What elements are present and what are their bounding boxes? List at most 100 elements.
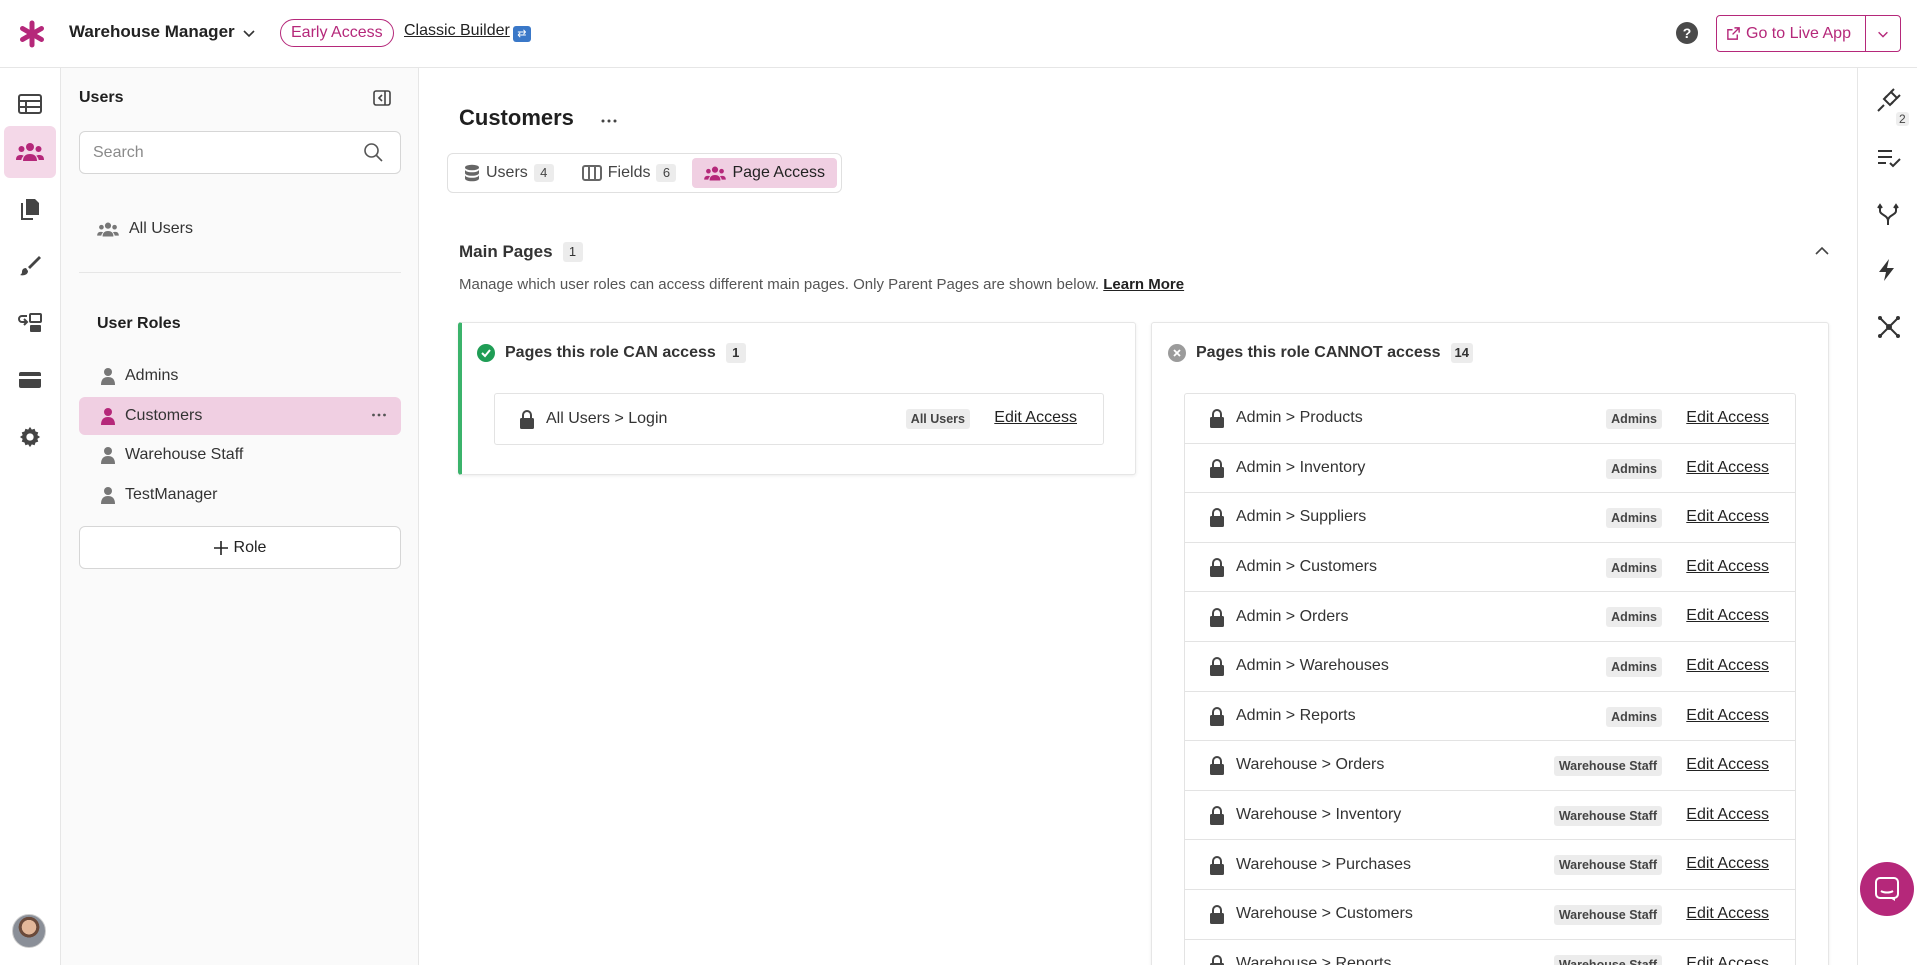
tab-label: Users <box>486 164 528 181</box>
lock-icon <box>1210 458 1224 478</box>
lock-icon <box>520 409 534 429</box>
learn-more-link[interactable]: Learn More <box>1103 276 1184 293</box>
help-icon[interactable]: ? <box>1676 22 1698 44</box>
early-access-badge[interactable]: Early Access <box>280 19 394 47</box>
nav-billing[interactable] <box>4 354 56 406</box>
app-logo-icon[interactable] <box>18 20 46 48</box>
user-avatar[interactable] <box>12 914 46 948</box>
network-icon[interactable] <box>1877 315 1901 339</box>
edit-access-link[interactable]: Edit Access <box>1686 508 1769 526</box>
edit-access-link[interactable]: Edit Access <box>1686 409 1769 427</box>
edit-access-link[interactable]: Edit Access <box>1686 707 1769 725</box>
columns-icon <box>581 165 602 181</box>
add-role-label: Role <box>233 538 267 556</box>
tab-bar: Users 4 Fields 6 Page Access <box>447 153 842 193</box>
page-name: Admin > Customers <box>1236 558 1377 576</box>
tab-users[interactable]: Users 4 <box>452 158 566 188</box>
nav-design[interactable] <box>4 240 56 292</box>
merge-icon[interactable] <box>1877 203 1899 227</box>
edit-access-link[interactable]: Edit Access <box>1686 459 1769 477</box>
classic-builder-link[interactable]: Classic Builder ⇄ <box>404 22 531 42</box>
page-name: All Users > Login <box>546 409 668 427</box>
chevron-up-icon[interactable] <box>1813 242 1831 260</box>
edit-access-link[interactable]: Edit Access <box>1686 756 1769 774</box>
edit-access-link[interactable]: Edit Access <box>1686 607 1769 625</box>
page-name: Admin > Inventory <box>1236 458 1366 476</box>
role-item-warehouse-staff[interactable]: Warehouse Staff <box>79 436 401 474</box>
page-row: Admin > Suppliers Admins Edit Access <box>1185 493 1795 543</box>
edit-access-link[interactable]: Edit Access <box>994 409 1077 427</box>
role-tag: Admins <box>1606 656 1662 677</box>
page-row: Admin > Inventory Admins Edit Access <box>1185 444 1795 494</box>
edit-access-link[interactable]: Edit Access <box>1686 558 1769 576</box>
user-icon <box>101 487 115 504</box>
chevron-down-icon[interactable] <box>241 25 257 41</box>
section-title-label: Main Pages <box>459 242 553 261</box>
page-row: Admin > Reports Admins Edit Access <box>1185 692 1795 742</box>
chat-launcher-button[interactable] <box>1860 862 1914 916</box>
role-item-customers[interactable]: Customers <box>79 397 401 435</box>
nav-flows[interactable] <box>4 297 56 349</box>
live-app-main[interactable]: Go to Live App <box>1717 16 1866 51</box>
page-name: Warehouse > Orders <box>1236 756 1385 774</box>
page-row: Warehouse > Reports Warehouse Staff Edit… <box>1185 940 1795 965</box>
description-text: Manage which user roles can access diffe… <box>459 276 1100 293</box>
chevron-down-icon <box>1878 31 1888 38</box>
users-icon <box>97 222 119 236</box>
live-app-label: Go to Live App <box>1746 24 1851 42</box>
plugin-count: 2 <box>1896 112 1909 126</box>
tab-count: 6 <box>656 164 677 182</box>
edit-access-link[interactable]: Edit Access <box>1686 806 1769 824</box>
checklist-icon[interactable] <box>1877 148 1901 168</box>
go-to-live-app-button[interactable]: Go to Live App <box>1716 15 1901 52</box>
tab-fields[interactable]: Fields 6 <box>570 158 689 188</box>
tab-label: Fields <box>607 164 651 181</box>
more-horizontal-icon[interactable] <box>600 117 618 125</box>
more-horizontal-icon[interactable] <box>371 407 387 423</box>
nav-settings[interactable] <box>4 411 56 463</box>
users-icon <box>704 166 727 180</box>
page-row: Warehouse > Purchases Warehouse Staff Ed… <box>1185 840 1795 890</box>
role-tag: Admins <box>1606 458 1662 479</box>
cannot-access-title: Pages this role CANNOT access <box>1196 344 1441 361</box>
role-tag: Warehouse Staff <box>1553 756 1662 777</box>
can-access-list: All Users > Login All Users Edit Access <box>494 393 1104 445</box>
right-tool-rail: 2 <box>1857 68 1917 965</box>
can-access-card: Pages this role CAN access 1 All Users >… <box>458 322 1136 475</box>
search-icon[interactable] <box>363 142 383 162</box>
live-app-dropdown[interactable] <box>1866 16 1900 51</box>
page-name: Admin > Orders <box>1236 607 1349 625</box>
search-input[interactable] <box>79 131 401 174</box>
cannot-access-card: Pages this role CANNOT access 14 Admin >… <box>1151 322 1829 965</box>
lock-icon <box>1210 409 1224 429</box>
page-name: Admin > Products <box>1236 409 1363 427</box>
edit-access-link[interactable]: Edit Access <box>1686 657 1769 675</box>
page-row: Admin > Orders Admins Edit Access <box>1185 592 1795 642</box>
app-name[interactable]: Warehouse Manager <box>69 22 235 42</box>
tab-count: 4 <box>533 164 554 182</box>
edit-access-link[interactable]: Edit Access <box>1686 955 1769 965</box>
collapse-panel-icon[interactable] <box>373 90 391 106</box>
add-role-button[interactable]: Role <box>79 526 401 569</box>
plugin-icon[interactable] <box>1877 88 1901 112</box>
edit-access-link[interactable]: Edit Access <box>1686 855 1769 873</box>
tab-label: Page Access <box>732 164 825 181</box>
shuffle-icon: ⇄ <box>512 26 531 42</box>
role-item-admins[interactable]: Admins <box>79 357 401 395</box>
edit-access-link[interactable]: Edit Access <box>1686 905 1769 923</box>
panel-title: Users <box>79 89 124 106</box>
all-users-item[interactable]: All Users <box>97 220 193 238</box>
role-tag: Admins <box>1606 409 1662 429</box>
role-item-testmanager[interactable]: TestManager <box>79 476 401 514</box>
cannot-access-header: Pages this role CANNOT access 14 <box>1168 343 1474 363</box>
main-content: Customers Users 4 Fields 6 Page Access M… <box>420 68 1857 965</box>
role-tag: Admins <box>1606 557 1662 578</box>
nav-pages[interactable] <box>4 183 56 235</box>
nav-users[interactable] <box>4 126 56 178</box>
tab-page-access[interactable]: Page Access <box>692 158 837 188</box>
divider <box>79 272 401 273</box>
section-title[interactable]: Main Pages 1 <box>459 242 583 262</box>
lightning-icon[interactable] <box>1877 258 1897 282</box>
nav-data[interactable] <box>4 78 56 130</box>
role-tag: Warehouse Staff <box>1553 904 1662 925</box>
